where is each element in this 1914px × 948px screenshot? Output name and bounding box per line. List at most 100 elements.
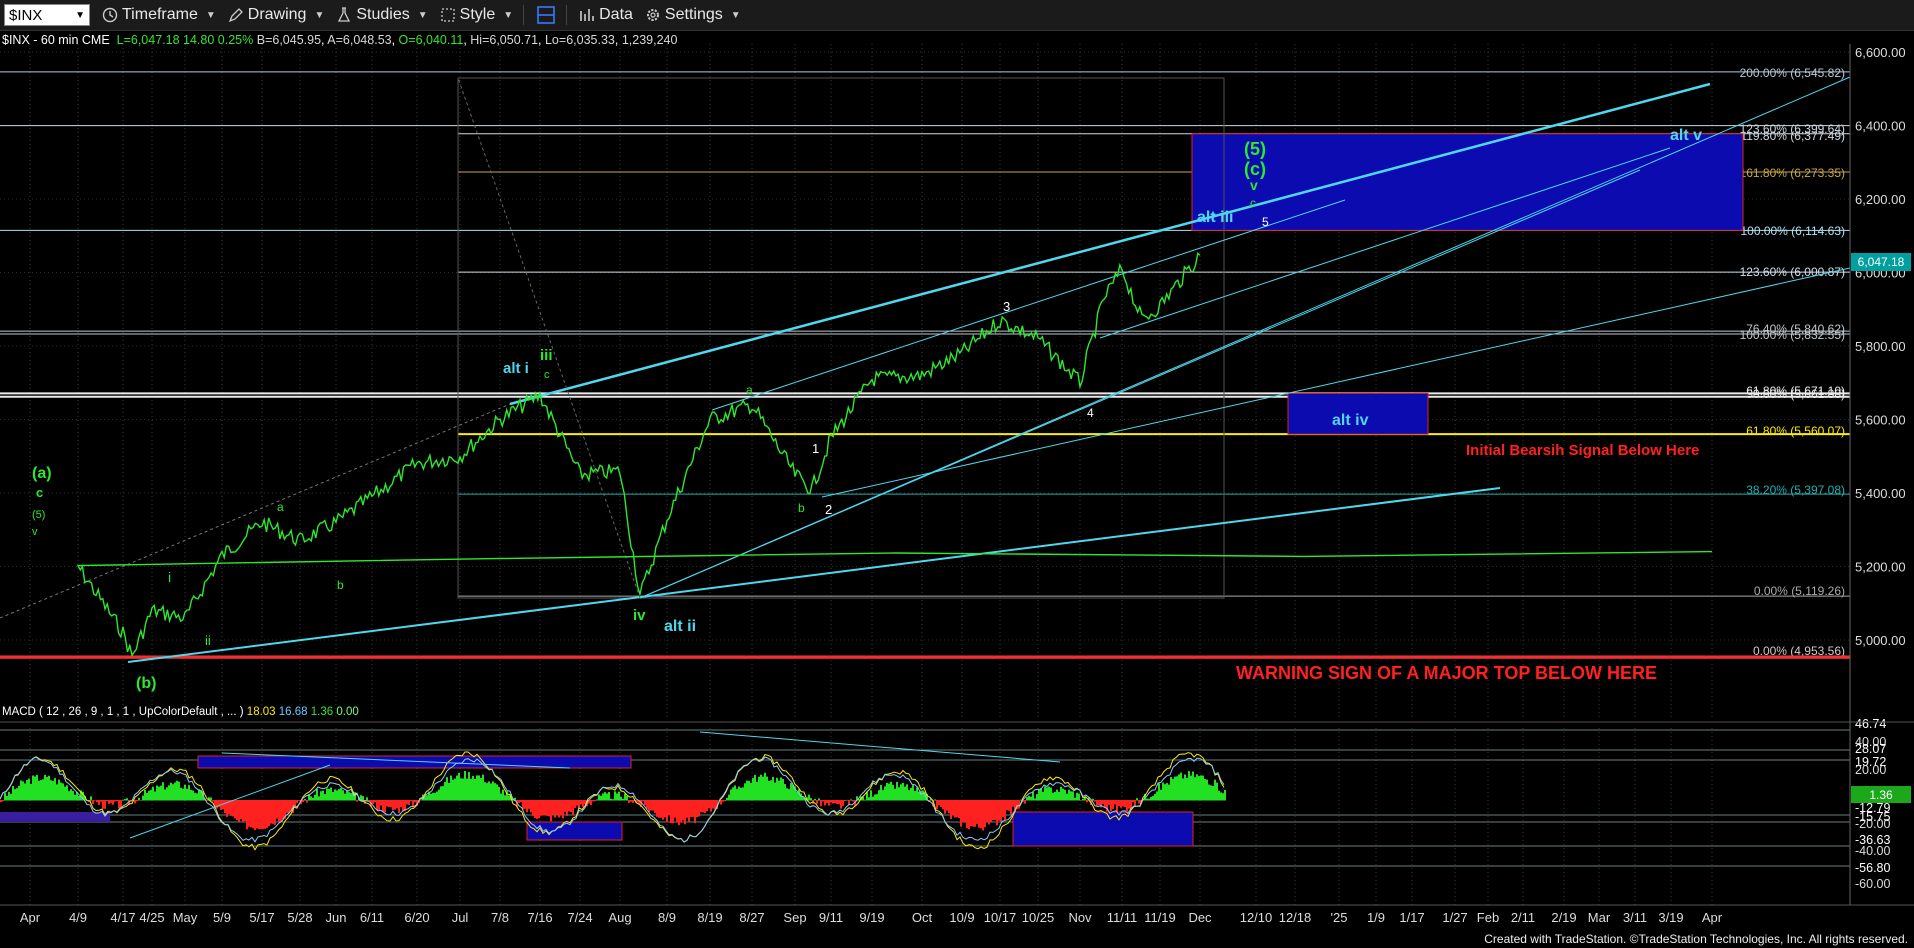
date-axis-label: 8/9: [658, 910, 676, 925]
macd-histogram-bar: [474, 778, 476, 801]
macd-histogram-bar: [138, 797, 140, 801]
macd-histogram-bar: [652, 800, 654, 811]
date-axis-label: 7/24: [567, 910, 592, 925]
macd-histogram-bar: [456, 775, 458, 801]
macd-histogram-bar: [576, 800, 578, 806]
macd-histogram-bar: [150, 789, 152, 801]
macd-histogram-bar: [1032, 792, 1034, 801]
wave-label: (c): [1244, 159, 1266, 179]
wave-label: c: [36, 485, 43, 500]
macd-histogram-bar: [1080, 800, 1082, 801]
macd-histogram-bar: [116, 800, 118, 802]
macd-histogram-bar: [984, 800, 986, 828]
macd-histogram-bar: [24, 783, 26, 801]
macd-histogram-bar: [1182, 778, 1184, 801]
macd-histogram-bar: [70, 789, 72, 801]
macd-histogram-bar: [954, 800, 956, 818]
macd-histogram-bar: [136, 800, 138, 802]
macd-histogram-bar: [366, 797, 368, 801]
macd-histogram-bar: [78, 795, 80, 801]
macd-histogram-bar: [340, 788, 342, 801]
macd-histogram-bar: [946, 800, 948, 811]
macd-axis-label: 46.74: [1855, 717, 1886, 731]
macd-histogram-bar: [1030, 796, 1032, 801]
macd-histogram-bar: [612, 799, 614, 801]
macd-histogram-bar: [450, 775, 452, 801]
macd-histogram-bar: [478, 775, 480, 801]
macd-histogram-bar: [408, 800, 410, 805]
macd-histogram-bar: [402, 800, 404, 812]
macd-histogram-bar: [658, 800, 660, 818]
macd-histogram-bar: [882, 790, 884, 801]
macd-histogram-bar: [1078, 793, 1080, 801]
macd-histogram-bar: [1170, 777, 1172, 801]
macd-histogram-bar: [238, 800, 240, 822]
macd-histogram-bar: [770, 780, 772, 801]
macd-histogram-bar: [826, 800, 828, 803]
macd-axis-label: -20.00: [1855, 817, 1890, 831]
macd-histogram-bar: [470, 778, 472, 801]
macd-histogram-bar: [1116, 800, 1118, 812]
macd-histogram-bar: [20, 780, 22, 801]
macd-histogram-bar: [332, 792, 334, 801]
macd-histogram-bar: [304, 799, 306, 801]
macd-histogram-bar: [464, 770, 466, 801]
macd-histogram-bar: [396, 800, 398, 809]
macd-histogram-bar: [868, 797, 870, 801]
price-axis-label: 5,400.00: [1855, 486, 1906, 501]
macd-histogram-bar: [1200, 775, 1202, 801]
macd-histogram-bar: [134, 800, 136, 804]
date-axis-label: 5/17: [249, 910, 274, 925]
macd-histogram-bar: [1150, 796, 1152, 801]
macd-histogram-bar: [848, 800, 850, 805]
macd-histogram-bar: [250, 800, 252, 828]
macd-histogram-bar: [1056, 789, 1058, 801]
macd-histogram-bar: [852, 800, 854, 802]
date-axis-label: 9/19: [859, 910, 884, 925]
macd-histogram-bar: [1052, 792, 1054, 801]
macd-histogram-bar: [1000, 800, 1002, 823]
date-axis-label: 4/9: [69, 910, 87, 925]
macd-histogram-bar: [900, 784, 902, 801]
macd-histogram-bar: [278, 800, 280, 822]
macd-histogram-bar: [660, 800, 662, 818]
macd-histogram-bar: [162, 782, 164, 801]
macd-histogram-bar: [674, 800, 676, 818]
wave-label: Initial Bearsih Signal Below Here: [1466, 442, 1699, 459]
date-axis-label: 11/11: [1107, 910, 1138, 925]
fib-label: 100.00% (5,832.55): [1740, 328, 1845, 342]
macd-histogram-bar: [686, 800, 688, 818]
macd-histogram-bar: [34, 776, 36, 801]
macd-histogram-bar: [180, 787, 182, 801]
macd-histogram-bar: [1114, 800, 1116, 805]
macd-histogram-bar: [56, 784, 58, 801]
macd-value-1: 18.03: [246, 706, 276, 718]
macd-histogram-bar: [310, 796, 312, 801]
macd-histogram-bar: [380, 800, 382, 806]
wave-label: alt ii: [664, 618, 696, 635]
wave-label: a: [277, 500, 284, 514]
macd-histogram-bar: [602, 793, 604, 801]
macd-histogram-bar: [526, 800, 528, 813]
price-chart[interactable]: 200.00% (6,545.82)123.60% (6,399.64)119.…: [0, 0, 1914, 948]
macd-histogram-bar: [600, 795, 602, 801]
macd-histogram-bar: [414, 800, 416, 803]
macd-histogram-bar: [152, 786, 154, 801]
macd-histogram-bar: [948, 800, 950, 814]
macd-histogram-bar: [126, 798, 128, 801]
macd-histogram-bar: [774, 782, 776, 801]
macd-histogram-bar: [36, 774, 38, 801]
date-axis-label: Feb: [1477, 910, 1499, 925]
macd-histogram-bar: [498, 786, 500, 801]
macd-histogram-bar: [822, 800, 824, 802]
macd-histogram-bar: [336, 790, 338, 801]
fib-label: 100.00% (6,114.63): [1740, 224, 1845, 238]
macd-histogram-bar: [342, 790, 344, 801]
macd-histogram-bar: [872, 796, 874, 801]
macd-histogram-bar: [944, 800, 946, 814]
macd-histogram-bar: [296, 800, 298, 804]
macd-histogram-bar: [672, 800, 674, 824]
macd-histogram-bar: [344, 793, 346, 801]
macd-histogram-bar: [1054, 791, 1056, 801]
macd-histogram-bar: [1026, 797, 1028, 801]
